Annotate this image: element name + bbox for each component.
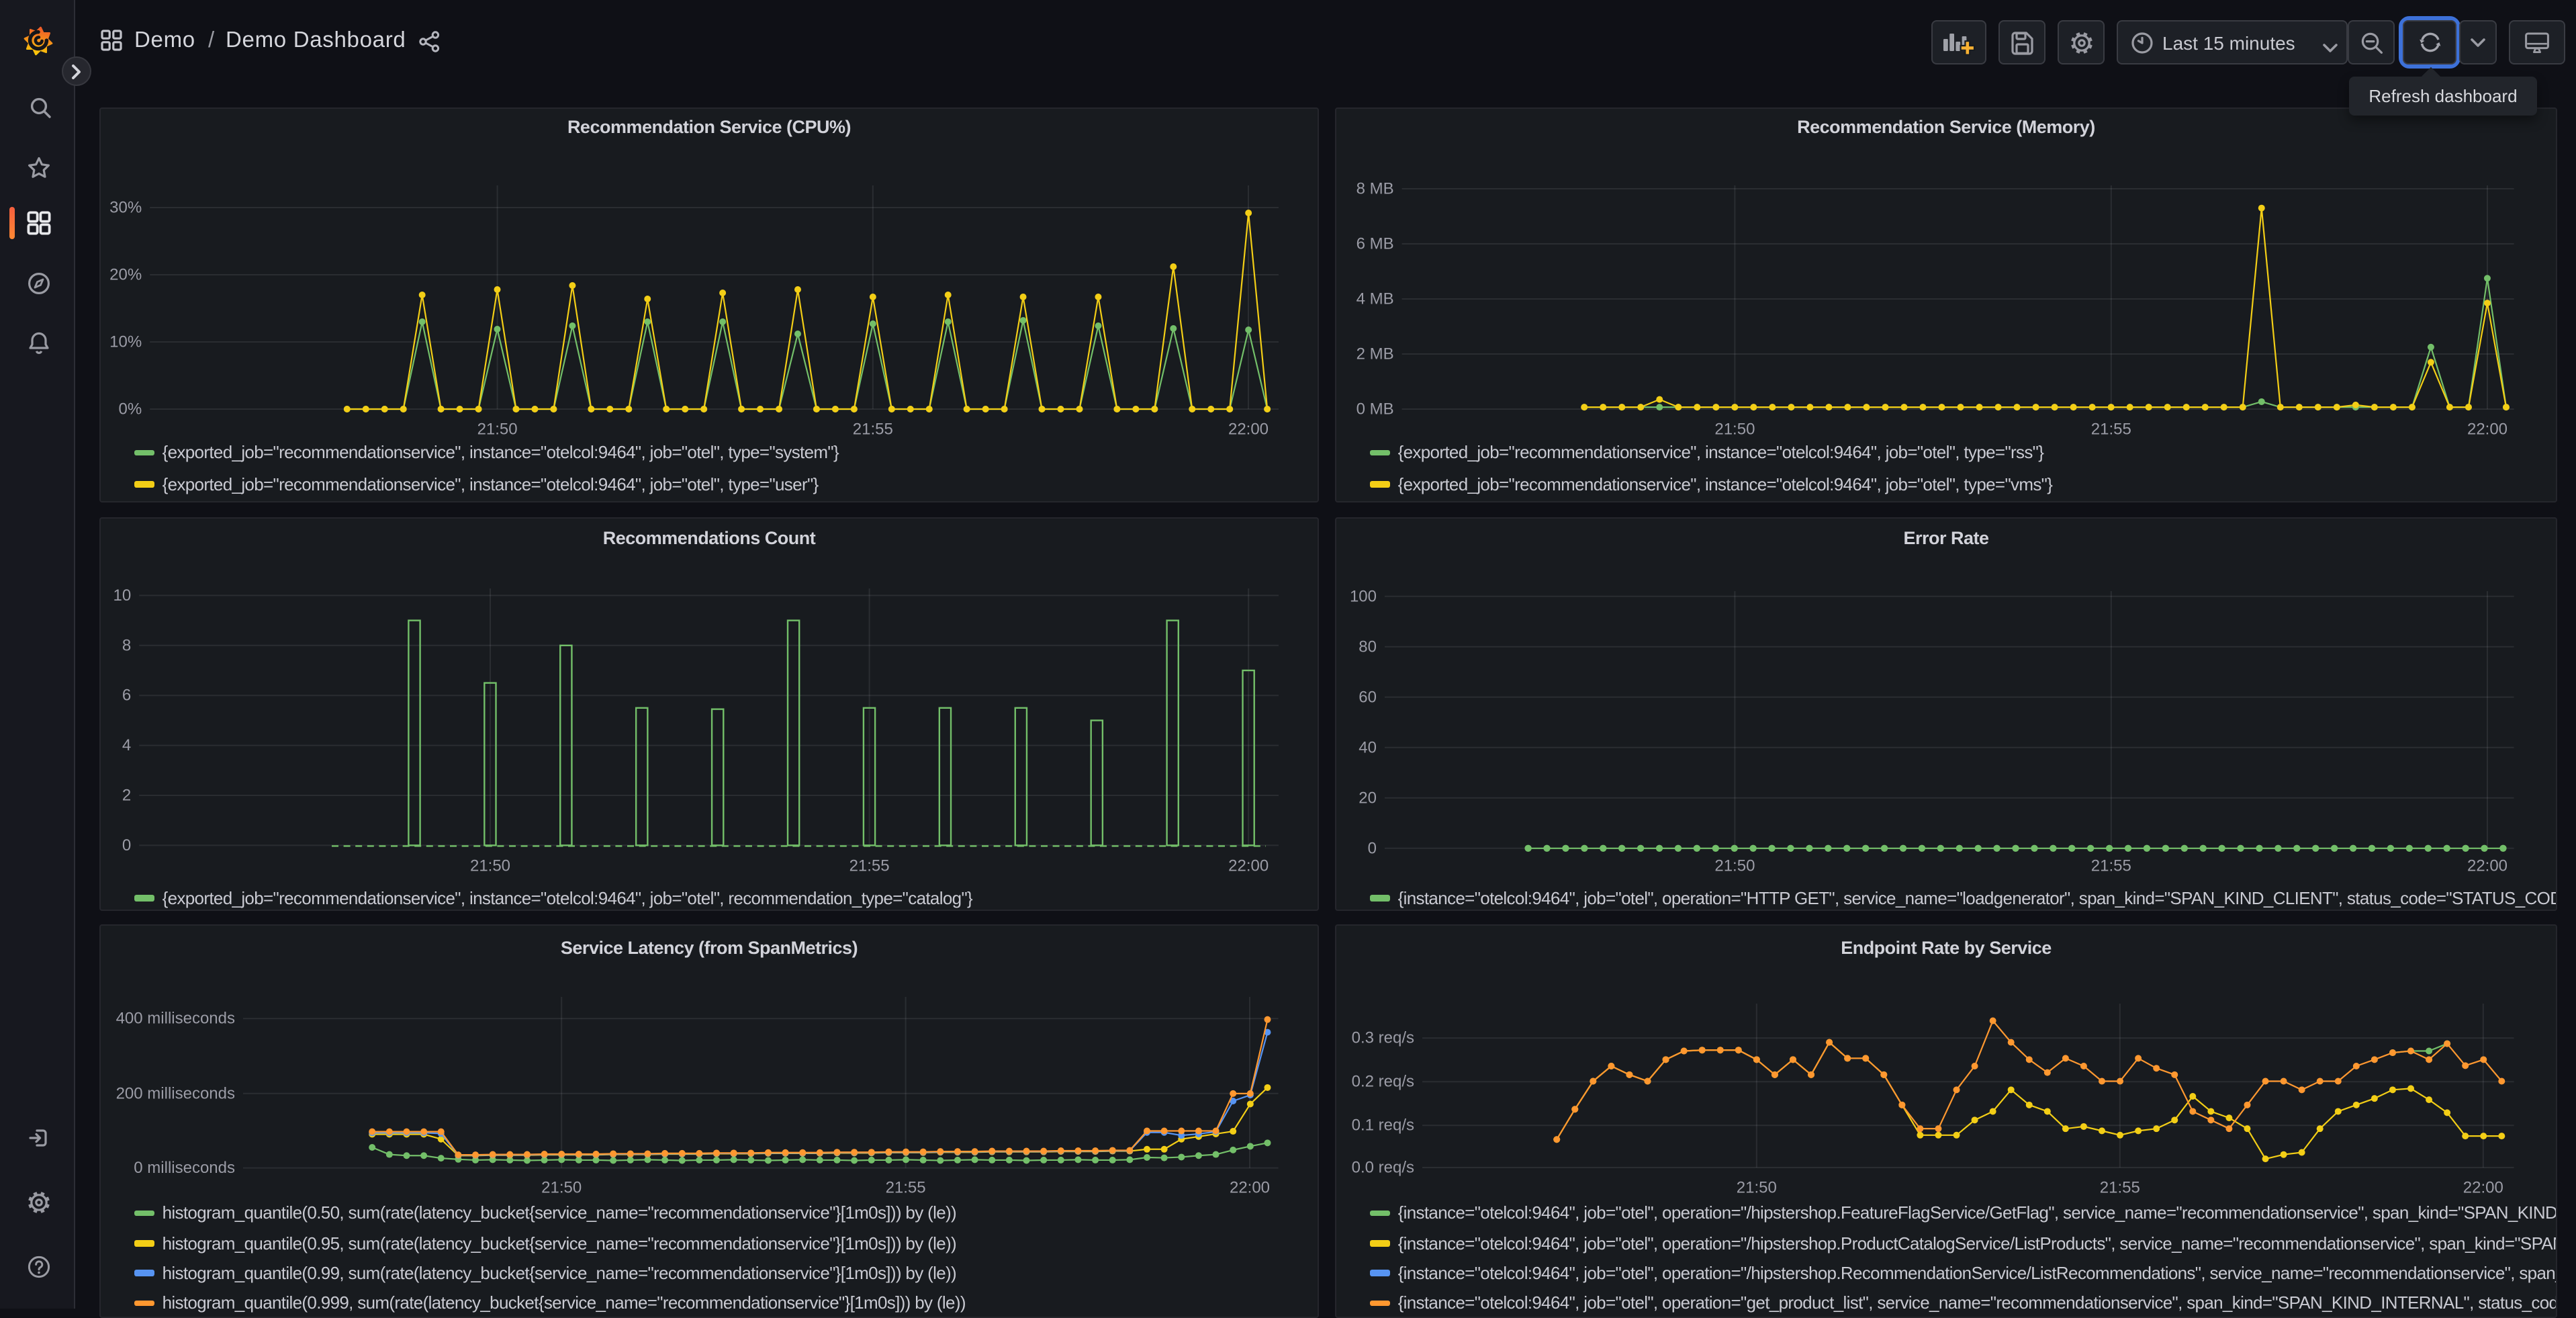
- svg-text:10%: 10%: [109, 333, 142, 351]
- svg-text:40: 40: [1359, 738, 1377, 756]
- svg-text:21:55: 21:55: [849, 857, 890, 875]
- svg-text:6 MB: 6 MB: [1356, 235, 1394, 253]
- svg-text:2 MB: 2 MB: [1356, 345, 1394, 363]
- svg-text:0: 0: [122, 836, 131, 854]
- svg-text:4 MB: 4 MB: [1356, 290, 1394, 308]
- svg-text:0.1 req/s: 0.1 req/s: [1352, 1116, 1414, 1135]
- svg-text:21:55: 21:55: [886, 1179, 926, 1197]
- svg-text:0 milliseconds: 0 milliseconds: [134, 1159, 235, 1177]
- svg-text:22:00: 22:00: [1230, 1179, 1270, 1197]
- svg-text:21:55: 21:55: [853, 421, 893, 439]
- svg-text:30%: 30%: [109, 199, 142, 217]
- svg-text:0%: 0%: [119, 400, 142, 419]
- svg-text:80: 80: [1359, 638, 1377, 656]
- svg-text:21:55: 21:55: [2091, 857, 2131, 875]
- svg-text:22:00: 22:00: [2467, 421, 2508, 439]
- svg-text:0.2 req/s: 0.2 req/s: [1352, 1073, 1414, 1091]
- svg-text:21:50: 21:50: [470, 857, 510, 875]
- svg-text:21:50: 21:50: [1714, 421, 1755, 439]
- svg-text:2: 2: [122, 787, 131, 805]
- svg-text:22:00: 22:00: [2467, 857, 2508, 875]
- svg-text:8 MB: 8 MB: [1356, 180, 1394, 198]
- svg-text:4: 4: [122, 736, 131, 754]
- svg-text:21:55: 21:55: [2091, 421, 2131, 439]
- svg-text:8: 8: [122, 636, 131, 654]
- svg-text:6: 6: [122, 687, 131, 705]
- svg-text:100: 100: [1350, 587, 1377, 605]
- svg-text:21:50: 21:50: [541, 1179, 582, 1197]
- svg-text:21:50: 21:50: [1714, 857, 1755, 875]
- svg-text:22:00: 22:00: [1228, 421, 1269, 439]
- svg-text:21:50: 21:50: [1737, 1179, 1777, 1197]
- svg-text:400 milliseconds: 400 milliseconds: [116, 1010, 235, 1028]
- svg-text:10: 10: [113, 586, 131, 605]
- svg-text:0.0 req/s: 0.0 req/s: [1352, 1159, 1414, 1177]
- svg-text:20%: 20%: [109, 266, 142, 284]
- svg-text:200 milliseconds: 200 milliseconds: [116, 1084, 235, 1102]
- svg-text:0.3 req/s: 0.3 req/s: [1352, 1029, 1414, 1047]
- svg-text:60: 60: [1359, 688, 1377, 706]
- svg-text:20: 20: [1359, 789, 1377, 807]
- svg-text:0 MB: 0 MB: [1356, 400, 1394, 419]
- svg-text:0: 0: [1368, 839, 1377, 857]
- svg-text:21:50: 21:50: [477, 421, 518, 439]
- svg-text:22:00: 22:00: [2463, 1179, 2503, 1197]
- svg-text:22:00: 22:00: [1228, 857, 1269, 875]
- svg-text:21:55: 21:55: [2100, 1179, 2140, 1197]
